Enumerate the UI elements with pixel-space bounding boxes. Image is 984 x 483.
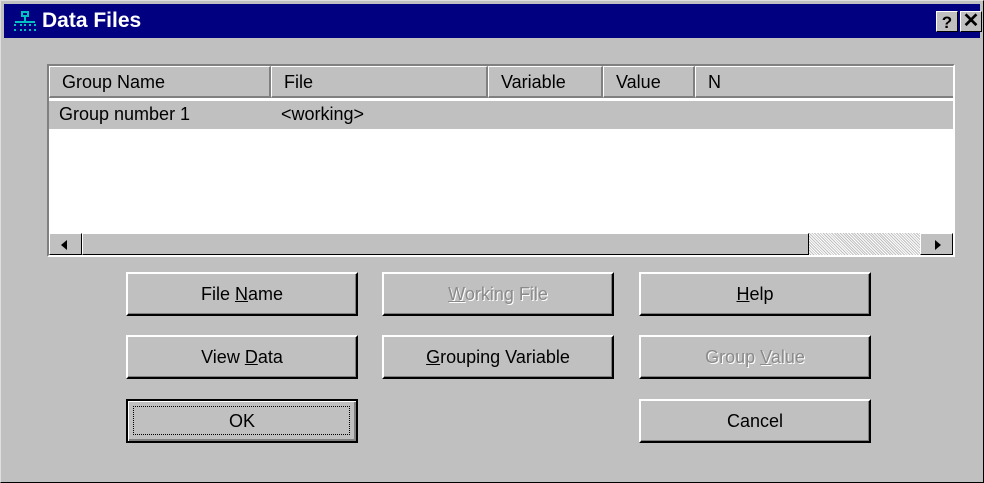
help-label-post: elp (749, 284, 774, 304)
focus-rectangle (133, 406, 350, 435)
group-value-label-pre: Group (705, 347, 761, 367)
close-icon[interactable]: ✕ (960, 11, 982, 32)
ok-button[interactable]: OK (126, 399, 358, 443)
view-data-label-pre: View (201, 347, 245, 367)
group-list[interactable]: Group Name File Variable Value N Group n… (47, 64, 955, 257)
working-file-label-accel: W (448, 284, 465, 304)
app-icon (14, 11, 36, 31)
scroll-left-button[interactable] (49, 233, 82, 255)
help-button[interactable]: Help (639, 272, 871, 316)
file-name-button[interactable]: File Name (126, 272, 358, 316)
arrow-right-icon (935, 240, 941, 250)
group-value-button[interactable]: Group Value (639, 335, 871, 379)
file-name-label-pre: File (200, 284, 235, 304)
grouping-variable-label-accel: G (426, 347, 441, 367)
help-icon[interactable]: ? (936, 11, 958, 32)
group-value-label-post: alue (770, 347, 805, 367)
title-bar[interactable]: Data Files ? ✕ (4, 4, 982, 38)
help-label-accel: H (736, 284, 750, 304)
working-file-label-post: orking File (464, 284, 548, 304)
column-header-value[interactable]: Value (603, 66, 695, 98)
list-header: Group Name File Variable Value N (49, 66, 953, 98)
scroll-right-button[interactable] (920, 233, 953, 255)
column-header-file[interactable]: File (271, 66, 488, 98)
grouping-variable-label-post: rouping Variable (440, 347, 570, 367)
window-title: Data Files (42, 9, 142, 32)
working-file-button[interactable]: Working File (382, 272, 614, 316)
scrollbar-track[interactable] (809, 233, 920, 255)
group-value-label-accel: V (760, 347, 771, 367)
view-data-label-post: ata (257, 347, 283, 367)
view-data-button[interactable]: View Data (126, 335, 358, 379)
column-header-variable[interactable]: Variable (488, 66, 603, 98)
grouping-variable-button[interactable]: Grouping Variable (382, 335, 614, 379)
data-files-dialog: Data Files ? ✕ Group Name File Variable … (0, 0, 984, 483)
cancel-label: Cancel (726, 411, 784, 431)
cell-group-name: Group number 1 (59, 104, 191, 124)
horizontal-scrollbar[interactable] (49, 233, 953, 255)
cell-file: <working> (281, 104, 365, 124)
table-row[interactable]: Group number 1 <working> (49, 101, 953, 129)
arrow-left-icon (61, 240, 67, 250)
cancel-button[interactable]: Cancel (639, 399, 871, 443)
column-header-n[interactable]: N (695, 66, 953, 98)
view-data-label-accel: D (244, 347, 258, 367)
file-name-label-accel: N (235, 284, 248, 304)
scrollbar-thumb[interactable] (82, 233, 809, 255)
column-header-group-name[interactable]: Group Name (49, 66, 271, 98)
file-name-label-post: ame (248, 284, 284, 304)
